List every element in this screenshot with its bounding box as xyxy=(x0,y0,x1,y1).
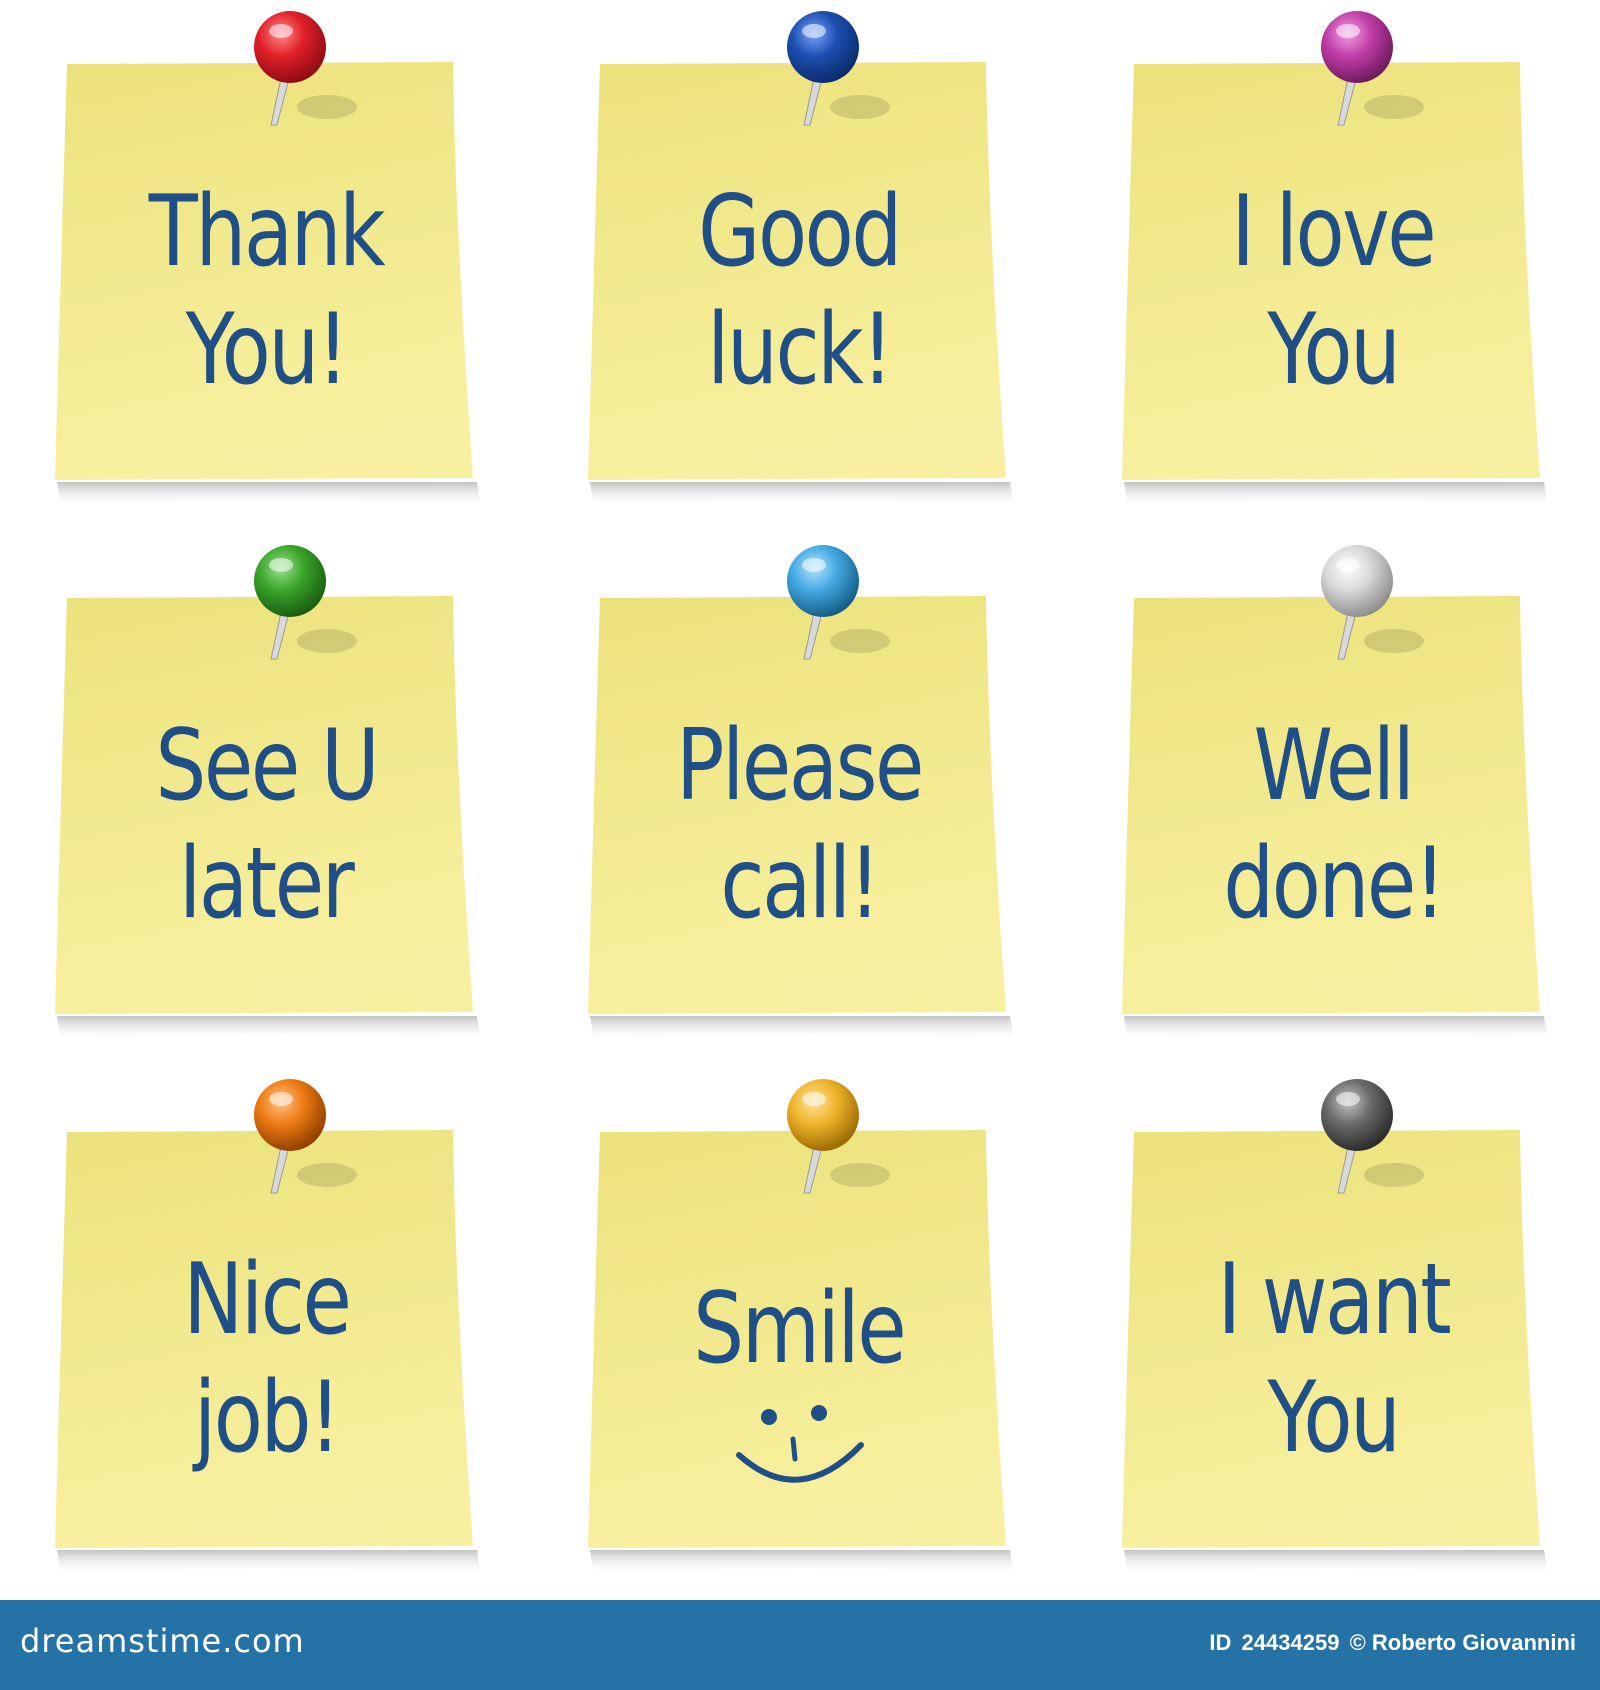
note-message: Please call! xyxy=(630,691,968,961)
pushpin-icon xyxy=(254,1079,357,1194)
note-message-line: Please xyxy=(675,709,924,824)
note-message-line: Thank xyxy=(148,175,386,290)
note-message-line: Nice xyxy=(182,1243,352,1358)
pushpin-icon xyxy=(787,545,890,660)
note-shadow xyxy=(57,1016,481,1041)
image-copyright: © Roberto Giovannini xyxy=(1349,1630,1576,1655)
image-credit: ID 24434259 © Roberto Giovannini xyxy=(1209,1630,1580,1656)
smiley-face-icon xyxy=(736,1404,864,1483)
pushpin-icon xyxy=(1321,11,1424,126)
footer-bar: dreamstime.com ID 24434259 © Roberto Gio… xyxy=(0,1600,1600,1690)
note-message-line: You! xyxy=(185,293,349,407)
note-message-line: Good xyxy=(698,175,902,290)
pushpin-icon xyxy=(1321,1079,1424,1194)
pushpin-icon xyxy=(1321,545,1424,660)
note-shadow xyxy=(1124,482,1548,507)
note-shadow xyxy=(1124,1016,1548,1041)
pushpin-icon xyxy=(254,11,357,126)
brand-logo: dreamstime.com xyxy=(20,1622,305,1660)
note-message: Good luck! xyxy=(630,157,968,427)
note-message-line: luck! xyxy=(707,293,893,407)
note-message-line: Well xyxy=(1253,709,1414,824)
image-id-number: 24434259 xyxy=(1241,1630,1340,1655)
note-message: Nice job! xyxy=(97,1225,435,1495)
note-message-line: Smile xyxy=(693,1272,907,1387)
pushpin-icon xyxy=(254,545,357,660)
pushpin-icon xyxy=(787,1079,890,1194)
note-shadow xyxy=(1124,1550,1548,1575)
note-message-line: You xyxy=(1267,293,1401,407)
note-shadow xyxy=(57,1550,481,1575)
note-message: I want You xyxy=(1164,1225,1502,1495)
sticky-note-board: Thank You! Good luck! I love You See Ulater Ple… xyxy=(0,0,1600,1600)
note-message-line: I love xyxy=(1231,175,1437,290)
note-message: I love You xyxy=(1164,157,1502,427)
note-message-line: See U xyxy=(155,709,379,824)
note-message-line: later xyxy=(179,827,355,941)
note-shadow xyxy=(590,482,1014,507)
note-message-line: I want xyxy=(1217,1243,1451,1358)
pushpin-icon xyxy=(787,11,890,126)
note-shadow xyxy=(590,1016,1014,1041)
note-message-line: call! xyxy=(719,827,880,941)
note-message: Smile xyxy=(630,1250,968,1520)
note-message-line: You xyxy=(1267,1361,1401,1475)
note-message: Well done! xyxy=(1164,691,1502,961)
note-message: Thank You! xyxy=(97,157,435,427)
image-id-label: ID xyxy=(1209,1630,1232,1655)
note-message-line: done! xyxy=(1222,827,1446,941)
note-shadow xyxy=(590,1550,1014,1575)
note-message: See Ulater xyxy=(97,691,435,961)
note-shadow xyxy=(57,482,481,507)
note-message-line: job! xyxy=(193,1361,341,1475)
